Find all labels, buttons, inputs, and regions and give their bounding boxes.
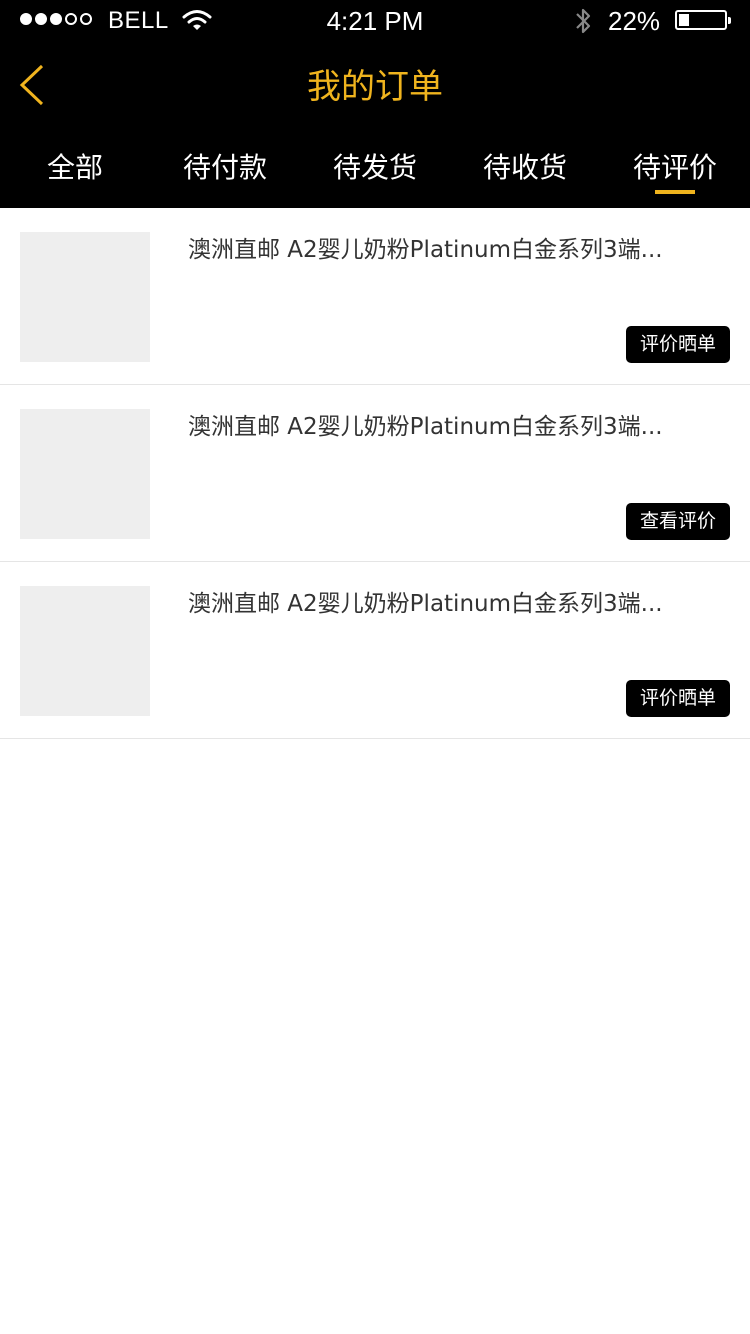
battery-percent: 22% xyxy=(608,6,661,36)
list-item[interactable]: 澳洲直邮 A2婴儿奶粉Platinum白金系列3端... 评价晒单 xyxy=(0,562,750,739)
tab-label: 待收货 xyxy=(482,151,567,184)
product-thumbnail[interactable] xyxy=(20,232,150,362)
view-review-button[interactable]: 查看评价 xyxy=(625,503,730,540)
tab-pending-shipment[interactable]: 待发货 xyxy=(300,140,450,208)
list-item[interactable]: 澳洲直邮 A2婴儿奶粉Platinum白金系列3端... 评价晒单 xyxy=(0,208,750,385)
review-button[interactable]: 评价晒单 xyxy=(625,680,730,717)
battery-level xyxy=(679,14,689,26)
product-thumbnail[interactable] xyxy=(20,409,150,539)
page-title: 我的订单 xyxy=(307,67,443,107)
order-tabs: 全部 待付款 待发货 待收货 待评价 xyxy=(0,140,750,208)
product-thumbnail[interactable] xyxy=(20,586,150,716)
tab-label: 待评价 xyxy=(632,151,717,184)
tab-pending-payment[interactable]: 待付款 xyxy=(150,140,300,208)
header: BELL 4:21 PM 22% 我的订单 全部 待付款 待发货 待收货 待评价 xyxy=(0,0,750,208)
bluetooth-icon xyxy=(576,8,591,34)
product-name[interactable]: 澳洲直邮 A2婴儿奶粉Platinum白金系列3端... xyxy=(188,232,698,268)
product-name[interactable]: 澳洲直邮 A2婴儿奶粉Platinum白金系列3端... xyxy=(188,409,698,445)
tab-pending-receipt[interactable]: 待收货 xyxy=(450,140,600,208)
tab-label: 待付款 xyxy=(182,151,267,184)
active-tab-indicator xyxy=(655,190,695,194)
list-item[interactable]: 澳洲直邮 A2婴儿奶粉Platinum白金系列3端... 查看评价 xyxy=(0,385,750,562)
battery-icon xyxy=(675,10,731,30)
tab-pending-review[interactable]: 待评价 xyxy=(600,140,750,208)
status-bar: BELL 4:21 PM 22% xyxy=(0,0,750,40)
order-list: 澳洲直邮 A2婴儿奶粉Platinum白金系列3端... 评价晒单 澳洲直邮 A… xyxy=(0,208,750,739)
tab-all[interactable]: 全部 xyxy=(0,140,150,208)
tab-label: 待发货 xyxy=(332,151,417,184)
review-button[interactable]: 评价晒单 xyxy=(625,326,730,363)
tab-label: 全部 xyxy=(46,151,103,184)
product-name[interactable]: 澳洲直邮 A2婴儿奶粉Platinum白金系列3端... xyxy=(188,586,698,622)
